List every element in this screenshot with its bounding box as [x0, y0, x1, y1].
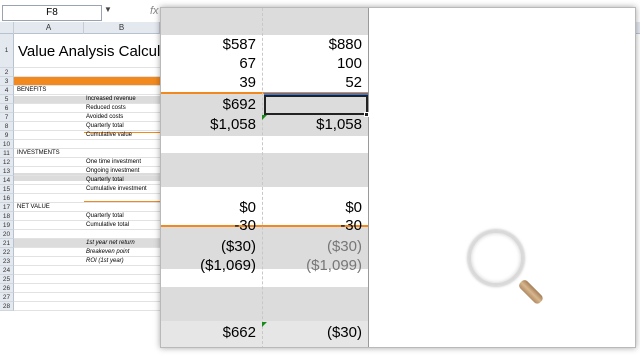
error-indicator-icon[interactable] — [262, 115, 267, 120]
table-row: 14 Quarterly total — [0, 176, 160, 185]
row-header[interactable]: 2 — [0, 68, 14, 77]
table-row: 11 INVESTMENTS — [0, 149, 160, 158]
column-header-b[interactable]: B — [84, 22, 160, 34]
name-box[interactable]: F8 — [2, 5, 102, 21]
row-header[interactable]: 7 — [0, 113, 14, 122]
row-header[interactable]: 24 — [0, 266, 14, 275]
zoom-value-cell[interactable]: ($30) — [327, 324, 362, 341]
row-header[interactable]: 28 — [0, 302, 14, 311]
zoom-value-cell[interactable]: ($1,069) — [200, 257, 256, 274]
magnified-view: $587 67 39 $692 $1,058 $0 -30 ($30) ($1,069) $662… — [160, 7, 636, 348]
table-row: 8 Quarterly total — [0, 122, 160, 131]
magnifier-handle — [517, 278, 545, 306]
table-row: 23 ROI (1st year) — [0, 257, 160, 266]
row-header[interactable]: 22 — [0, 248, 14, 257]
table-row: 20 — [0, 230, 160, 239]
function-icon[interactable]: fx — [150, 5, 159, 17]
zoom-sheet-edge — [368, 8, 369, 347]
zoom-value-cell[interactable]: -30 — [234, 217, 256, 234]
zoom-value-cell[interactable]: ($1,099) — [306, 257, 362, 274]
row-header[interactable]: 19 — [0, 221, 14, 230]
table-row: 2 — [0, 68, 160, 77]
row-header[interactable]: 9 — [0, 131, 14, 140]
table-row: 13 Ongoing investment — [0, 167, 160, 176]
zoom-value-cell[interactable]: 67 — [239, 55, 256, 72]
row-header[interactable]: 27 — [0, 293, 14, 302]
row-header[interactable]: 11 — [0, 149, 14, 158]
table-row: 28 — [0, 302, 160, 311]
zoom-value-cell[interactable]: $662 — [223, 324, 256, 341]
table-row: 9 Cumulative value — [0, 131, 160, 140]
fill-handle[interactable] — [364, 112, 369, 117]
row-header[interactable]: 20 — [0, 230, 14, 239]
row-header[interactable]: 4 — [0, 86, 14, 95]
table-row: 22 Breakeven point — [0, 248, 160, 257]
table-row: 19 Cumulative total — [0, 221, 160, 230]
zoom-value-cell[interactable]: $0 — [239, 199, 256, 216]
zoom-column-1: $587 67 39 $692 $1,058 $0 -30 ($30) ($1,069) $662 — [161, 8, 262, 347]
row-header[interactable]: 10 — [0, 140, 14, 149]
row-header[interactable]: 16 — [0, 194, 14, 203]
zoom-value-cell[interactable]: -30 — [340, 217, 362, 234]
error-indicator-icon[interactable] — [262, 322, 267, 327]
table-row: 1 — [0, 34, 160, 68]
table-row: 3 — [0, 77, 160, 86]
row-header[interactable]: 23 — [0, 257, 14, 266]
gridline — [14, 310, 160, 311]
zoom-value-cell[interactable]: $880 — [329, 36, 362, 53]
magnifier-lens — [468, 230, 524, 286]
zoom-value-cell[interactable]: ($30) — [221, 238, 256, 255]
zoom-value-cell[interactable]: $1,058 — [316, 116, 362, 133]
table-row: 26 — [0, 284, 160, 293]
zoom-value-cell[interactable]: 100 — [337, 55, 362, 72]
zoom-column-2: $880 100 52 $1,058 $0 -30 ($30) ($1,099) ($30) — [262, 8, 368, 347]
table-row: 25 — [0, 275, 160, 284]
zoom-value-cell[interactable]: 52 — [345, 74, 362, 91]
table-row: 5 Increased revenue — [0, 95, 160, 104]
table-row: 27 — [0, 293, 160, 302]
row-header[interactable]: 3 — [0, 77, 14, 86]
table-row: 16 — [0, 194, 160, 203]
zoom-value-cell[interactable]: $1,058 — [210, 116, 256, 133]
zoom-value-cell[interactable]: ($30) — [327, 238, 362, 255]
row-header[interactable]: 5 — [0, 95, 14, 104]
row-header[interactable]: 12 — [0, 158, 14, 167]
zoom-value-cell[interactable]: $692 — [223, 96, 256, 113]
row-header[interactable]: 6 — [0, 104, 14, 113]
zoom-value-cell[interactable]: 39 — [239, 74, 256, 91]
row-header[interactable]: 14 — [0, 176, 14, 185]
row-header[interactable]: 15 — [0, 185, 14, 194]
row-label — [17, 34, 160, 68]
table-row: 24 — [0, 266, 160, 275]
row-header[interactable]: 13 — [0, 167, 14, 176]
table-row: 12 One time investment — [0, 158, 160, 167]
row-header[interactable]: 18 — [0, 212, 14, 221]
table-row: 4 BENEFITS — [0, 86, 160, 95]
table-row: 18 Quarterly total — [0, 212, 160, 221]
table-row: 21 1st year net return — [0, 239, 160, 248]
zoom-value-cell[interactable]: $587 — [223, 36, 256, 53]
row-header[interactable]: 26 — [0, 284, 14, 293]
table-row: 7 Avoided costs — [0, 113, 160, 122]
table-row: 15 Cumulative investment — [0, 185, 160, 194]
select-all-corner[interactable] — [0, 22, 14, 34]
table-row: 10 — [0, 140, 160, 149]
row-header[interactable]: 1 — [0, 34, 14, 68]
zoom-value-cell[interactable]: $0 — [345, 199, 362, 216]
table-row: 17 NET VALUE — [0, 203, 160, 212]
active-cell-selection[interactable] — [264, 95, 368, 115]
table-row: 6 Reduced costs — [0, 104, 160, 113]
row-header[interactable]: 21 — [0, 239, 14, 248]
row-header[interactable]: 17 — [0, 203, 14, 212]
row-header[interactable]: 25 — [0, 275, 14, 284]
row-header[interactable]: 8 — [0, 122, 14, 131]
chevron-down-icon[interactable]: ▼ — [104, 5, 112, 14]
column-header-a[interactable]: A — [14, 22, 84, 34]
